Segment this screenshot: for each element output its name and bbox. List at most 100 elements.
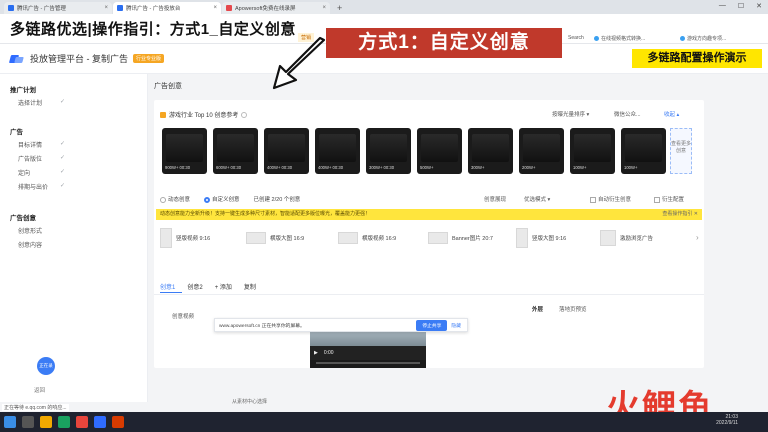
recording-avatar[interactable]: 正在录 xyxy=(37,357,55,375)
top10-thumbnail[interactable]: 100W+ xyxy=(570,128,615,174)
check-icon: ✓ xyxy=(60,141,66,147)
browser-tab[interactable]: Apowersoft免费在线录屏 × xyxy=(222,2,330,14)
search-icon[interactable] xyxy=(22,416,34,428)
thumbnail-image xyxy=(625,134,662,162)
tab-creative-1[interactable]: 创意1 xyxy=(160,282,175,291)
sidebar-item-placement[interactable]: 广告版位 xyxy=(18,154,66,163)
bookmark-item[interactable]: 游戏方向趣专项... xyxy=(680,35,726,42)
app-icon[interactable] xyxy=(58,416,70,428)
thumbnail-stat: 100W+ xyxy=(624,165,638,170)
bookmark-label: 在线视频格式转换... xyxy=(601,36,646,42)
sidebar-item-select-plan[interactable]: 选择计划 xyxy=(18,98,66,107)
close-window-icon[interactable]: ✕ xyxy=(756,2,762,10)
minimize-icon[interactable]: — xyxy=(719,2,726,10)
format-option[interactable]: 横版大图 16:9 xyxy=(246,226,304,250)
taskbar-clock: 21:03 2022/9/11 xyxy=(716,414,738,426)
page-title: 投放管理平台 - 复制广告 xyxy=(30,54,128,64)
new-tab-button[interactable]: + xyxy=(331,2,348,14)
browser-tab-active[interactable]: 腾讯广告 - 广告投放台 × xyxy=(113,2,221,14)
derive-config[interactable]: 衍生配置 xyxy=(654,195,684,203)
game-icon xyxy=(160,111,166,118)
radio-icon xyxy=(160,196,166,203)
top10-label: 游戏行业 Top 10 创意参考 xyxy=(169,113,239,119)
edition-badge: 行业专业版 xyxy=(133,54,165,63)
chrome-icon[interactable] xyxy=(76,416,88,428)
mode-custom[interactable]: 自定义创意 xyxy=(204,195,240,203)
video-progress[interactable] xyxy=(316,362,420,364)
platform-logo-icon xyxy=(10,53,24,65)
top10-thumbnail[interactable]: 400W+ 00:30 xyxy=(315,128,360,174)
notice-text: 动态创意能力全新升级！支持一键生成多种尺寸素材，智能适配更多版位曝光，覆盖能力更… xyxy=(160,211,371,217)
sidebar-item-creative-form[interactable]: 创意形式 xyxy=(18,226,66,235)
sort-select[interactable]: 按曝光量排序 ▾ xyxy=(552,110,589,118)
tutorial-title: 多链路优选|操作指引：方式1_自定义创意 xyxy=(6,18,300,39)
top10-thumbnail[interactable]: 400W+ 00:30 xyxy=(264,128,309,174)
format-thumb xyxy=(428,232,448,244)
maximize-icon[interactable]: ☐ xyxy=(738,2,744,10)
bookmark-label: 游戏方向趣专项... xyxy=(687,36,727,42)
top10-thumbnail[interactable]: 900W+ 00:30 xyxy=(162,128,207,174)
close-icon[interactable]: × xyxy=(322,5,326,11)
check-icon: ✓ xyxy=(60,99,66,105)
back-link[interactable]: 返回 xyxy=(34,386,45,394)
browser-tab[interactable]: 腾讯广告 - 广告管理 × xyxy=(4,2,112,14)
creative-mode-row: 动态创意 自定义创意 已创建 2/20 个创意 xyxy=(160,195,300,203)
auto-derive-toggle[interactable]: 自动衍生创意 xyxy=(590,195,631,203)
app-icon[interactable] xyxy=(94,416,106,428)
close-icon[interactable]: × xyxy=(213,5,217,11)
material-center-link[interactable]: 从素材中心选择 xyxy=(232,398,267,405)
bookmark-label: Search xyxy=(568,35,584,41)
top10-thumbnail[interactable]: 300W+ 00:30 xyxy=(366,128,411,174)
top10-thumbnail[interactable]: 500W+ xyxy=(417,128,462,174)
format-option[interactable]: 竖版视频 9:16 xyxy=(160,226,210,250)
play-icon[interactable]: ▶ xyxy=(314,350,318,356)
preview-tabs: 外层 落地页预览 xyxy=(532,305,587,313)
clock-date: 2022/9/11 xyxy=(716,420,738,426)
top10-thumbnail[interactable]: 300W+ xyxy=(468,128,513,174)
tab-label: 腾讯广告 - 广告管理 xyxy=(17,6,66,12)
sidebar-item-creative-content[interactable]: 创意内容 xyxy=(18,240,66,249)
format-label: 横版大图 16:9 xyxy=(270,236,305,242)
stop-share-button[interactable]: 停止共享 xyxy=(416,319,448,331)
copy-creative-button[interactable]: 复制 xyxy=(244,282,256,291)
more-creatives-button[interactable]: 查看更多创意 xyxy=(670,128,692,174)
notice-guide-link[interactable]: 查看操作指引 ✕ xyxy=(662,209,698,220)
top10-thumbnail[interactable]: 200W+ xyxy=(519,128,564,174)
checkbox-icon xyxy=(654,196,660,203)
sidebar-item-schedule-bid[interactable]: 排期与出价 xyxy=(18,182,66,191)
close-icon[interactable]: × xyxy=(104,5,108,11)
format-thumb xyxy=(600,230,616,246)
tencent-ads-icon xyxy=(8,5,14,11)
format-label: 竖版大图 9:16 xyxy=(532,236,567,242)
display-setting[interactable]: 创意展现 xyxy=(484,195,506,203)
channel-select[interactable]: 微信公众... xyxy=(614,110,641,118)
optimize-mode-select[interactable]: 优选模式 ▾ xyxy=(524,195,550,203)
tab-landing-preview[interactable]: 落地页预览 xyxy=(559,305,587,313)
format-option[interactable]: Banner图片 20:7 xyxy=(428,226,493,250)
radio-label: 自定义创意 xyxy=(212,197,240,203)
format-option[interactable]: 激励浏览广告 xyxy=(600,226,653,250)
info-icon[interactable] xyxy=(241,111,248,118)
thumbnail-image xyxy=(217,134,254,162)
top10-thumbnail[interactable]: 100W+ xyxy=(621,128,666,174)
bookmark-item[interactable]: Search xyxy=(568,35,584,41)
start-icon[interactable] xyxy=(4,416,16,428)
top10-thumbnail[interactable]: 600W+ 00:30 xyxy=(213,128,258,174)
mode-dynamic[interactable]: 动态创意 xyxy=(160,195,190,203)
app-icon[interactable] xyxy=(112,416,124,428)
bookmark-item[interactable]: 在线视频格式转换... xyxy=(594,35,645,42)
radio-selected-icon xyxy=(204,196,211,203)
video-player[interactable]: ▶ 0:00 xyxy=(310,326,426,368)
format-label: 竖版视频 9:16 xyxy=(176,236,211,242)
collapse-toggle[interactable]: 收起 ▴ xyxy=(664,110,679,118)
tab-outer-preview[interactable]: 外层 xyxy=(532,305,543,313)
format-option[interactable]: 竖版大图 9:16 xyxy=(516,226,566,250)
explorer-icon[interactable] xyxy=(40,416,52,428)
format-option[interactable]: 横版视频 16:9 xyxy=(338,226,396,250)
hide-share-button[interactable]: 隐藏 xyxy=(451,322,461,329)
sidebar-item-targeting[interactable]: 定向 xyxy=(18,168,66,177)
tab-creative-2[interactable]: 创意2 xyxy=(187,282,202,291)
sidebar-item-target[interactable]: 目标详情 xyxy=(18,140,66,149)
add-creative-button[interactable]: + 添加 xyxy=(215,282,232,291)
chevron-right-icon[interactable]: › xyxy=(696,233,699,242)
